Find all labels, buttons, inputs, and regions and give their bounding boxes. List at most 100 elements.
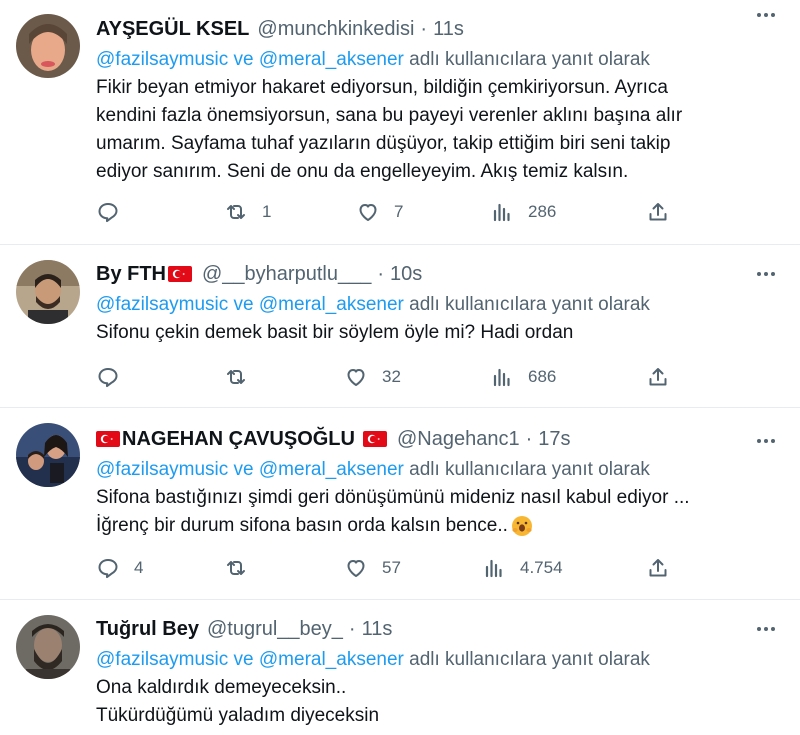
like-icon <box>359 204 377 221</box>
separator-dot: · <box>525 427 533 450</box>
tweet-text-line: umarım. Sayfama tuhaf yazıların düşüyor,… <box>96 133 671 154</box>
retweet-button[interactable]: 1 <box>224 198 271 226</box>
reply-mentions[interactable]: @fazilsaymusic ve @meral_aksener <box>96 294 404 315</box>
user-handle[interactable]: @munchkinkedisi <box>257 18 414 41</box>
more-icon[interactable] <box>752 4 780 26</box>
timestamp[interactable]: 11s <box>362 618 393 641</box>
views-icon <box>493 203 510 222</box>
tweet-text-line: Sifonu çekin demek basit bir söylem öyle… <box>96 322 574 343</box>
tweet-text-line: Fikir beyan etmiyor hakaret ediyorsun, b… <box>96 77 668 98</box>
timestamp[interactable]: 17s <box>538 428 570 451</box>
tweet-text-line: Ona kaldırdık demeyeceksin.. <box>96 677 347 698</box>
avatar-image <box>16 423 80 487</box>
user-handle[interactable]: @tugrul__bey_ <box>207 618 343 641</box>
retweet-button[interactable] <box>224 363 262 391</box>
tweet-text-line: ediyor sanırım. Seni de onu da engelleye… <box>96 161 629 182</box>
tweet-feed: AYŞEGÜL KSEL @munchkinkedisi · 11s @fazi… <box>0 0 800 735</box>
action-bar: 1 7 286 <box>96 198 696 226</box>
tweet-text: Sifona bastığınızı şimdi geri dönüşümünü… <box>96 484 776 540</box>
avatar-image <box>16 615 80 679</box>
reply-context: @fazilsaymusic ve @meral_aksener adlı ku… <box>96 46 776 74</box>
retweet-icon <box>227 205 245 219</box>
action-bar: 32 686 <box>96 363 696 391</box>
reply-count: 4 <box>134 558 144 577</box>
tweet-text-line: kendini fazla önemsiyorsun, sana bu paye… <box>96 105 683 126</box>
tweet-header: NAGEHAN ÇAVUŞOĞLU @Nagehanc1 · 17s <box>96 426 776 452</box>
tweet[interactable]: NAGEHAN ÇAVUŞOĞLU @Nagehanc1 · 17s @fazi… <box>0 408 800 600</box>
retweet-count: 1 <box>262 202 272 221</box>
reply-label: adlı kullanıcılara yanıt olarak <box>403 649 650 670</box>
like-count: 57 <box>382 558 401 577</box>
turkey-flag-icon <box>168 266 192 282</box>
more-icon[interactable] <box>752 618 780 640</box>
views-icon <box>485 559 502 578</box>
reply-label: adlı kullanıcılara yanıt olarak <box>403 459 650 480</box>
share-button[interactable] <box>646 554 670 582</box>
like-button[interactable]: 7 <box>356 198 403 226</box>
display-name[interactable]: By FTH <box>96 263 166 286</box>
tweet-text: Ona kaldırdık demeyeceksin.. Tükürdüğümü… <box>96 674 776 730</box>
tweet[interactable]: AYŞEGÜL KSEL @munchkinkedisi · 11s @fazi… <box>0 0 800 245</box>
separator-dot: · <box>420 17 428 40</box>
share-icon <box>649 203 667 221</box>
tweet[interactable]: Tuğrul Bey @tugrul__bey_ · 11s @fazilsay… <box>0 600 800 735</box>
like-icon <box>347 369 365 386</box>
reply-mentions[interactable]: @fazilsaymusic ve @meral_aksener <box>96 649 404 670</box>
share-button[interactable] <box>646 198 670 226</box>
avatar[interactable] <box>16 615 80 679</box>
retweet-button[interactable] <box>224 554 262 582</box>
action-bar: 4 57 4.754 <box>96 554 696 582</box>
tweet-text: Fikir beyan etmiyor hakaret ediyorsun, b… <box>96 74 776 186</box>
views-count: 4.754 <box>520 558 563 577</box>
reply-button[interactable] <box>96 363 134 391</box>
tweet-text-line-with-emoji: İğrenç bir durum sifona basın orda kalsı… <box>96 512 776 540</box>
avatar[interactable] <box>16 260 80 324</box>
timestamp[interactable]: 10s <box>390 263 422 286</box>
retweet-icon <box>227 370 245 384</box>
views-button[interactable]: 4.754 <box>482 554 563 582</box>
reply-context: @fazilsaymusic ve @meral_aksener adlı ku… <box>96 646 776 674</box>
user-handle[interactable]: @__byharputlu___ <box>202 263 371 286</box>
user-handle[interactable]: @Nagehanc1 <box>397 428 520 451</box>
reply-button[interactable] <box>96 198 134 226</box>
views-button[interactable]: 286 <box>490 198 556 226</box>
avatar-image <box>16 14 80 78</box>
more-icon[interactable] <box>752 263 780 285</box>
turkey-flag-icon <box>96 431 120 447</box>
turkey-flag-icon <box>362 431 387 447</box>
display-name[interactable]: Tuğrul Bey <box>96 618 199 641</box>
reply-label: adlı kullanıcılara yanıt olarak <box>403 294 650 315</box>
avatar[interactable] <box>16 423 80 487</box>
like-count: 32 <box>382 367 401 386</box>
tweet-header: By FTH @__byharputlu___ · 10s <box>96 261 776 287</box>
views-count: 686 <box>528 367 557 386</box>
views-button[interactable]: 686 <box>490 363 556 391</box>
tweet-header: Tuğrul Bey @tugrul__bey_ · 11s <box>96 616 776 642</box>
tweet-text-line: İğrenç bir durum sifona basın orda kalsı… <box>96 515 508 536</box>
reply-icon <box>98 559 118 579</box>
tweet-text-line: Sifona bastığınızı şimdi geri dönüşümünü… <box>96 487 690 508</box>
like-button[interactable]: 32 <box>344 363 401 391</box>
timestamp[interactable]: 11s <box>433 18 464 41</box>
like-button[interactable]: 57 <box>344 554 401 582</box>
reply-mentions[interactable]: @fazilsaymusic ve @meral_aksener <box>96 49 404 70</box>
tweet[interactable]: By FTH @__byharputlu___ · 10s @fazilsaym… <box>0 245 800 408</box>
like-count: 7 <box>394 202 404 221</box>
display-name[interactable]: AYŞEGÜL KSEL <box>96 18 249 41</box>
views-icon <box>493 368 510 387</box>
reply-mentions[interactable]: @fazilsaymusic ve @meral_aksener <box>96 459 404 480</box>
reply-icon <box>98 368 118 388</box>
more-icon[interactable] <box>752 430 780 452</box>
display-name[interactable]: NAGEHAN ÇAVUŞOĞLU <box>122 428 355 451</box>
tweet-text: Sifonu çekin demek basit bir söylem öyle… <box>96 319 776 347</box>
emoji-icon <box>511 516 532 536</box>
reply-icon <box>98 203 118 223</box>
separator-dot: · <box>377 262 384 285</box>
reply-button[interactable]: 4 <box>96 554 143 582</box>
retweet-icon <box>227 561 245 575</box>
avatar[interactable] <box>16 14 80 78</box>
share-button[interactable] <box>646 363 670 391</box>
reply-context: @fazilsaymusic ve @meral_aksener adlı ku… <box>96 456 776 484</box>
share-icon <box>649 368 667 386</box>
share-icon <box>649 559 667 577</box>
